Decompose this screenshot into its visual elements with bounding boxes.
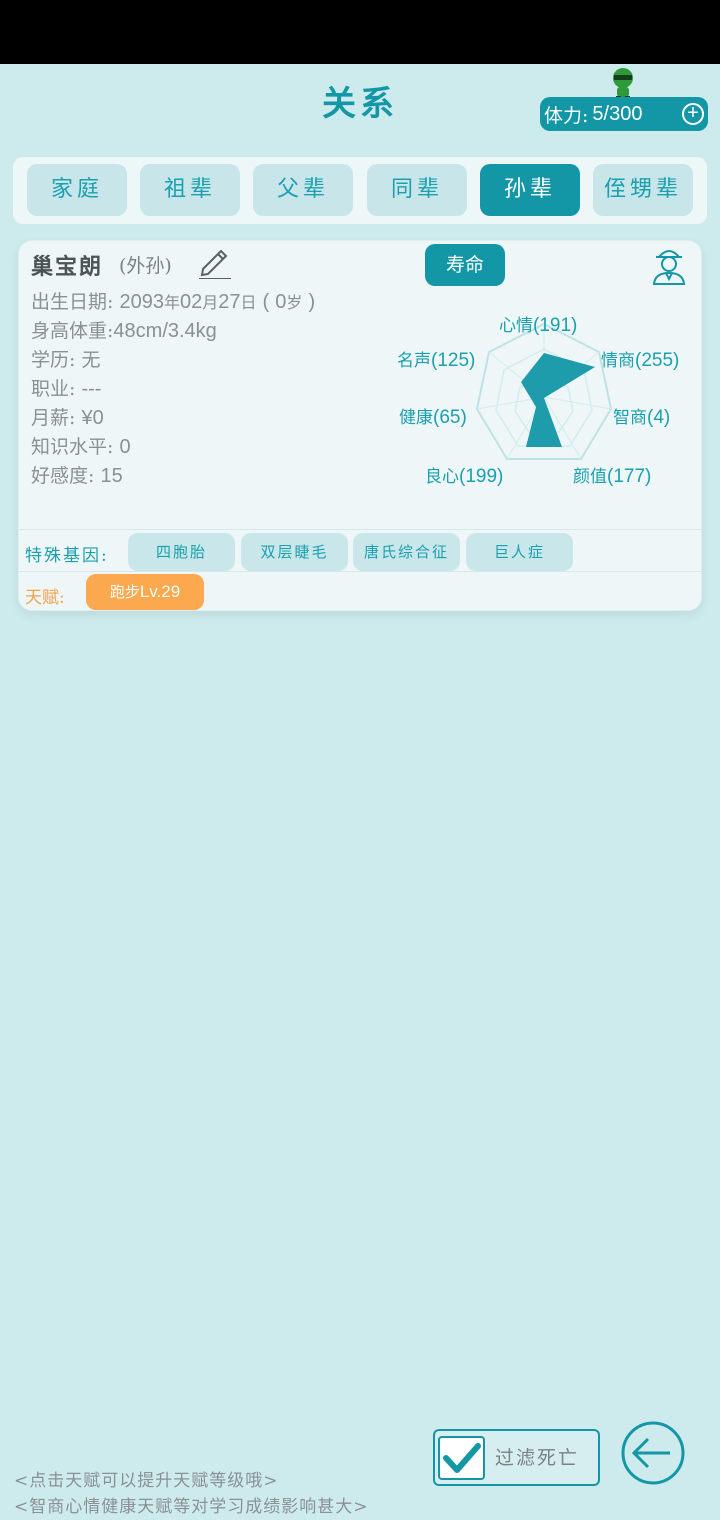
lifespan-button[interactable]: 寿命 [425, 244, 505, 286]
hint-text: <智商心情健康天赋等对学习成绩影响甚大> [14, 1497, 369, 1517]
stat-mood: 心情(191) [499, 315, 578, 336]
back-arrow-icon[interactable] [620, 1420, 686, 1486]
gene-tag[interactable]: 四胞胎 [128, 533, 235, 571]
stamina-label: 体力: [544, 104, 589, 127]
filter-checkbox[interactable] [438, 1436, 485, 1480]
gene-tag[interactable]: 唐氏综合征 [353, 533, 460, 571]
tab-grandparents[interactable]: 祖辈 [140, 164, 240, 216]
relation-tabs: 家庭 祖辈 父辈 同辈 孙辈 侄甥辈 [13, 157, 707, 224]
person-avatar-icon[interactable] [651, 245, 687, 285]
status-bar [0, 0, 720, 64]
mascot-icon [613, 68, 633, 100]
talent-badge[interactable]: 跑步Lv.29 [86, 574, 204, 610]
filter-label: 过滤死亡 [495, 1447, 580, 1469]
salary-row: 月薪: ¥0 [31, 407, 104, 429]
gene-tag[interactable]: 巨人症 [466, 533, 573, 571]
knowledge-row: 知识水平: 0 [31, 436, 131, 458]
relative-name: 巢宝朗 [31, 254, 104, 280]
education-row: 学历: 无 [31, 349, 101, 371]
hint-text: <点击天赋可以提升天赋等级哦> [14, 1471, 279, 1491]
stat-looks: 颜值(177) [573, 466, 652, 487]
tab-family[interactable]: 家庭 [27, 164, 127, 216]
favor-row: 好感度: 15 [31, 465, 123, 487]
height-weight-row: 身高体重:48cm/3.4kg [31, 320, 217, 342]
divider [19, 529, 703, 530]
tab-grandchildren[interactable]: 孙辈 [480, 164, 580, 216]
birth-date-row: 出生日期: 2093年02月27日 ( 0岁 ) [31, 291, 316, 313]
tab-peers[interactable]: 同辈 [367, 164, 467, 216]
attribute-radar-chart [475, 322, 613, 460]
stat-conscience: 良心(199) [425, 466, 504, 487]
stat-fame: 名声(125) [397, 350, 476, 371]
stat-health: 健康(65) [399, 407, 467, 428]
filter-dead-toggle[interactable]: 过滤死亡 [433, 1429, 600, 1486]
stamina-indicator: 体力: 5/300 + [540, 97, 708, 131]
divider [19, 571, 703, 572]
relative-card[interactable]: 巢宝朗 (外孙) 寿命 出生日期: 2093年02月27日 ( 0岁 ) 身高体… [18, 240, 703, 611]
add-stamina-icon[interactable]: + [682, 103, 704, 125]
stamina-value: 5/300 [592, 102, 643, 125]
stat-eq: 情商(255) [601, 350, 680, 371]
job-row: 职业: --- [31, 378, 102, 400]
gene-tag[interactable]: 双层睫毛 [241, 533, 348, 571]
checkmark-icon [443, 1443, 481, 1473]
tab-parents[interactable]: 父辈 [253, 164, 353, 216]
tab-nephews[interactable]: 侄甥辈 [593, 164, 693, 216]
stat-iq: 智商(4) [613, 407, 671, 428]
relation-type: (外孙) [119, 255, 172, 277]
talent-label: 天赋: [25, 588, 65, 608]
genes-label: 特殊基因: [25, 546, 109, 566]
edit-pencil-icon[interactable] [197, 243, 233, 279]
